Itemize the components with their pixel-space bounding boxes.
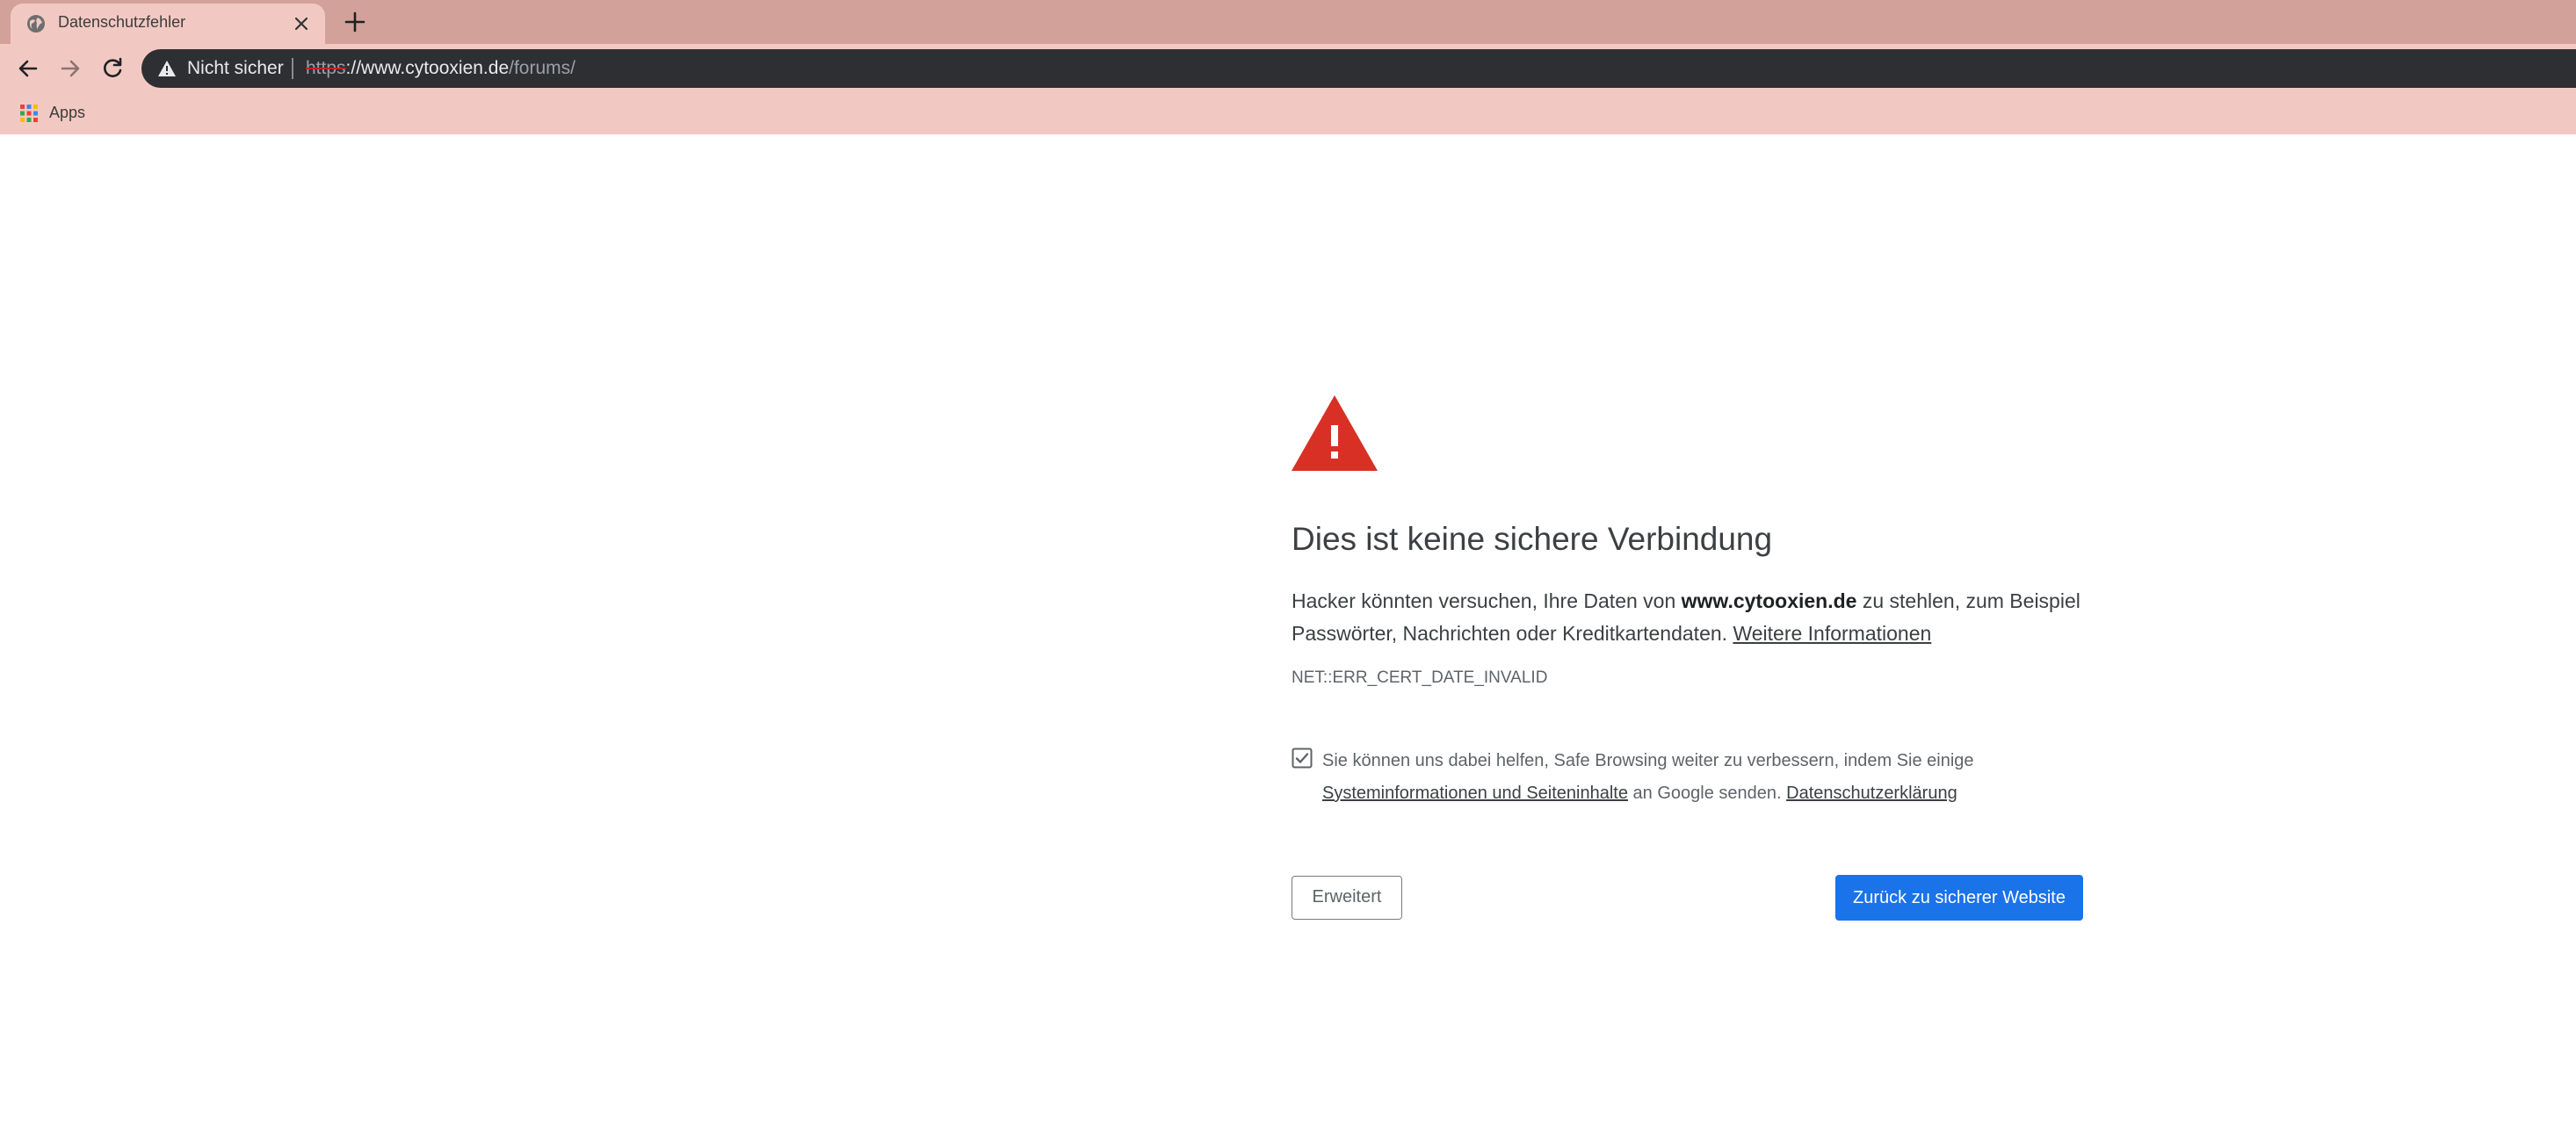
back-to-safety-button[interactable]: Zurück zu sicherer Website bbox=[1835, 875, 2083, 921]
back-arrow-icon[interactable] bbox=[14, 54, 42, 83]
close-icon[interactable] bbox=[292, 14, 311, 33]
explanation-pre: Hacker könnten versuchen, Ihre Daten von bbox=[1292, 589, 1682, 612]
apps-grid-icon[interactable] bbox=[19, 104, 39, 123]
advanced-button[interactable]: Erweitert bbox=[1292, 876, 1402, 920]
system-info-link[interactable]: Systeminformationen und Seiteninhalte bbox=[1322, 784, 1628, 803]
url-path: /forums/ bbox=[509, 58, 575, 78]
error-code[interactable]: NET::ERR_CERT_DATE_INVALID bbox=[1292, 668, 1547, 688]
reload-icon[interactable] bbox=[98, 54, 127, 83]
apps-bookmark[interactable]: Apps bbox=[49, 104, 85, 122]
safe-browsing-optin: Sie können uns dabei helfen, Safe Browsi… bbox=[1322, 745, 2078, 810]
globe-icon bbox=[27, 15, 45, 33]
url-scheme: https bbox=[306, 58, 346, 78]
tab-strip: Datenschutzfehler bbox=[0, 0, 2576, 44]
optin-text-pre: Sie können uns dabei helfen, Safe Browsi… bbox=[1322, 751, 1974, 770]
explanation-text: Hacker könnten versuchen, Ihre Daten von… bbox=[1292, 585, 2082, 650]
warning-triangle-icon bbox=[1292, 395, 1378, 471]
bookmarks-bar: Apps bbox=[0, 93, 2576, 134]
security-status-label[interactable]: Nicht sicher bbox=[187, 58, 284, 79]
privacy-policy-link[interactable]: Datenschutzerklärung bbox=[1786, 784, 1957, 803]
page-title: Dies ist keine sichere Verbindung bbox=[1292, 521, 1773, 557]
url-text[interactable]: https://www.cytooxien.de/forums/ bbox=[306, 58, 575, 79]
optin-text-mid: an Google senden. bbox=[1628, 784, 1787, 803]
browser-toolbar: Nicht sicher https://www.cytooxien.de/fo… bbox=[0, 44, 2576, 93]
warning-triangle-icon[interactable] bbox=[157, 60, 177, 77]
omnibox-divider bbox=[292, 58, 293, 79]
forward-arrow-icon[interactable] bbox=[56, 54, 84, 83]
browser-tab[interactable]: Datenschutzfehler bbox=[11, 4, 325, 44]
plus-icon[interactable] bbox=[344, 11, 366, 33]
learn-more-link[interactable]: Weitere Informationen bbox=[1733, 622, 1931, 645]
explanation-host: www.cytooxien.de bbox=[1681, 589, 1857, 612]
address-bar[interactable]: Nicht sicher https://www.cytooxien.de/fo… bbox=[141, 49, 2576, 88]
checkbox-checked-icon[interactable] bbox=[1292, 748, 1313, 769]
tab-title: Datenschutzfehler bbox=[58, 13, 186, 31]
url-host: ://www.cytooxien.de bbox=[345, 58, 510, 78]
